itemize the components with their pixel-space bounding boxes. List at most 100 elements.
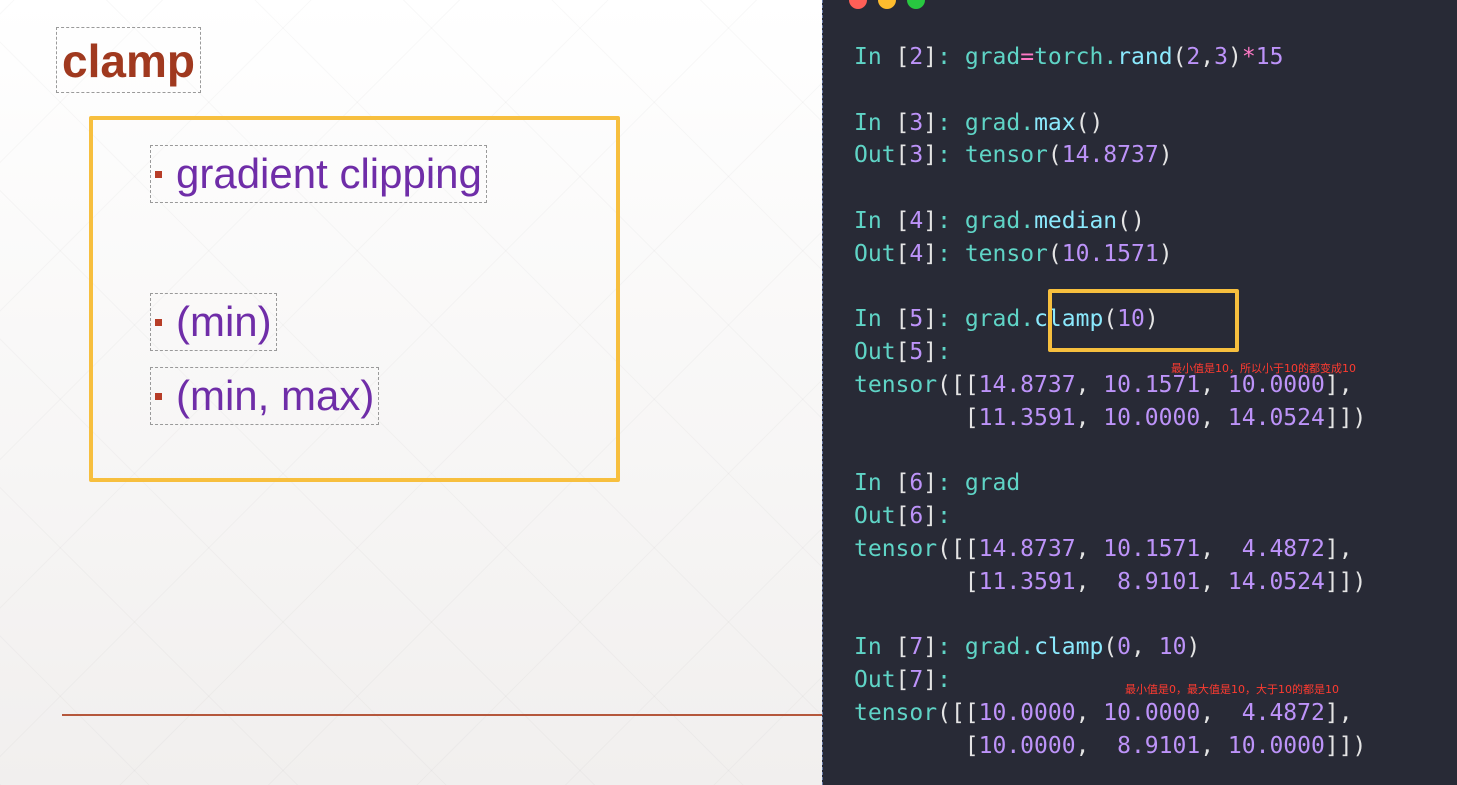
code-token: ]	[923, 503, 938, 530]
code-token: max	[1034, 109, 1076, 136]
code-token: 6	[909, 503, 924, 530]
code-token: 14.8737	[978, 535, 1076, 562]
code-token: ,	[1200, 404, 1228, 431]
code-token: rand	[1117, 44, 1173, 70]
code-token: [	[854, 732, 979, 759]
square-bullet-icon	[155, 171, 162, 179]
code-token: : grad	[937, 470, 1021, 497]
code-token: ,	[1075, 732, 1118, 759]
code-token: ,	[1075, 699, 1104, 726]
code-token: Out	[854, 503, 896, 530]
code-token: Out	[854, 142, 896, 169]
code-line: [11.3591, 10.0000, 14.0524]])	[854, 402, 1367, 435]
code-token: In	[854, 44, 896, 70]
code-token: ([[	[937, 699, 979, 726]
code-token: ,	[1075, 568, 1118, 595]
code-token: 11.3591	[978, 568, 1076, 595]
code-token: :	[937, 667, 951, 694]
code-token: [	[854, 404, 979, 431]
code-token: ]	[923, 44, 938, 70]
code-token: 3	[1214, 44, 1228, 70]
code-token: )	[1186, 634, 1201, 661]
square-bullet-icon	[155, 319, 162, 327]
code-token: [	[895, 634, 910, 661]
code-line: In [4]: grad.median()	[854, 205, 1366, 238]
code-token: ]	[923, 634, 938, 661]
code-token: ]	[923, 667, 938, 694]
maximize-dot-icon[interactable]	[907, 0, 925, 9]
code-token: )	[1158, 240, 1173, 267]
code-token: )	[1228, 44, 1242, 70]
code-token: 4.4872	[1241, 699, 1325, 726]
code-token: In	[854, 306, 896, 333]
code-token: ,	[1200, 699, 1242, 726]
code-token: [	[895, 667, 910, 694]
clamp-highlight-box	[1048, 289, 1239, 352]
code-token: [	[895, 503, 910, 530]
code-token: 10.1571	[1061, 240, 1159, 267]
code-line: Out[6]:	[854, 500, 1366, 533]
code-token: [	[854, 568, 979, 595]
code-token: [	[895, 44, 910, 70]
code-token: Out	[854, 667, 896, 694]
code-token: ],	[1324, 699, 1353, 726]
bullet-text: gradient clipping	[176, 150, 482, 197]
code-token: ,	[1075, 535, 1104, 562]
code-line: [11.3591, 8.9101, 14.0524]])	[854, 566, 1367, 599]
code-token: 3	[909, 109, 924, 136]
code-token: tensor	[854, 535, 938, 562]
code-token: Out	[854, 339, 896, 366]
code-token: *	[1241, 44, 1256, 70]
code-token: ([[	[937, 535, 979, 562]
code-token: Out	[854, 240, 896, 267]
code-line: [10.0000, 8.9101, 10.0000]])	[854, 730, 1367, 763]
bullet-gradient-clipping: gradient clipping	[150, 145, 487, 203]
bullet-text: (min)	[176, 298, 272, 345]
code-token: ]	[923, 240, 938, 267]
code-token: [	[895, 339, 910, 366]
bullet-text: (min, max)	[176, 372, 375, 419]
code-token: In	[854, 470, 896, 497]
code-token: In	[854, 207, 896, 234]
code-line: Out[4]: tensor(10.1571)	[854, 238, 1366, 271]
code-token: ,	[1200, 535, 1242, 562]
code-token: : grad.	[937, 109, 1035, 136]
code-token: 4.4872	[1241, 535, 1325, 562]
code-token: clamp	[1034, 634, 1104, 661]
code-token: 8.9101	[1117, 568, 1201, 595]
bullet-min: (min)	[150, 293, 277, 351]
code-line: In [2]: grad=torch.rand(2,3)*15	[854, 41, 1366, 74]
code-token: :	[937, 339, 951, 366]
slide-panel: clamp gradient clipping (min) (min, max)	[0, 0, 822, 785]
code-token: :	[937, 503, 951, 530]
code-token: 7	[909, 634, 924, 661]
code-token: 14.8737	[978, 371, 1076, 398]
minimize-dot-icon[interactable]	[878, 0, 896, 9]
code-token: 10.1571	[1103, 535, 1201, 562]
bullet-min-max: (min, max)	[150, 367, 380, 425]
annotation-clamp-min: 最小值是10，所以小于10的都变成10	[1171, 362, 1356, 375]
code-token: [	[895, 109, 910, 136]
code-token: 5	[909, 306, 924, 333]
terminal-window[interactable]: In [2]: grad=torch.rand(2,3)*15 In [3]: g…	[822, 0, 1457, 785]
code-token: ]	[923, 207, 938, 234]
code-token: 15	[1255, 44, 1284, 70]
code-token: [	[895, 240, 910, 267]
code-token: ()	[1117, 207, 1145, 234]
code-token: ([[	[937, 371, 979, 398]
code-token: (	[1047, 240, 1062, 267]
footer-divider	[62, 714, 822, 716]
code-token: 10.0000	[978, 732, 1076, 759]
code-token: ]	[923, 142, 938, 169]
code-token: (	[1103, 634, 1118, 661]
close-dot-icon[interactable]	[849, 0, 867, 9]
code-token: (	[1047, 142, 1062, 169]
code-token: torch.	[1034, 44, 1118, 70]
code-token: ]	[923, 109, 938, 136]
code-line: In [3]: grad.max()	[854, 107, 1366, 140]
code-token: [	[895, 470, 910, 497]
